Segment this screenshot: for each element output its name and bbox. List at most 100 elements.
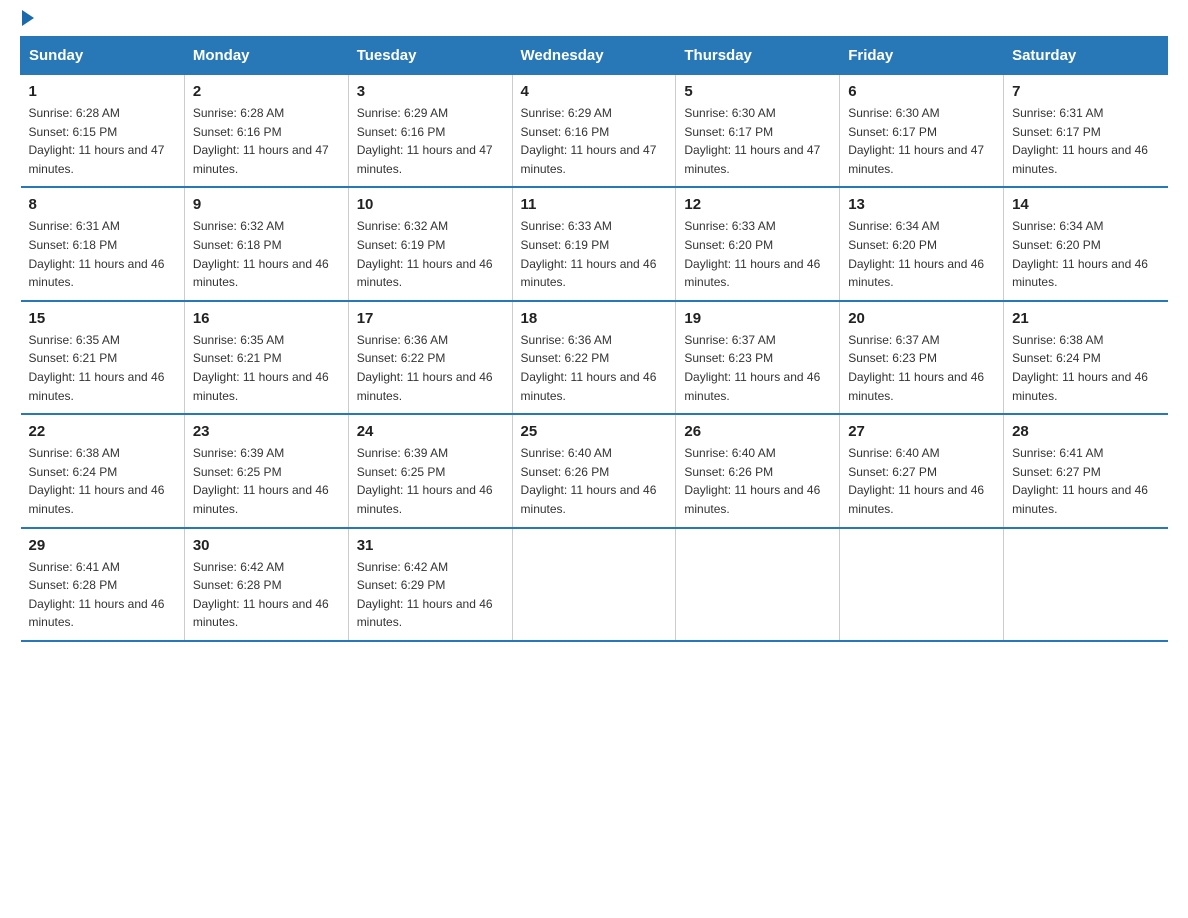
day-number: 21 (1012, 310, 1159, 327)
day-number: 28 (1012, 423, 1159, 440)
day-cell: 8 Sunrise: 6:31 AMSunset: 6:18 PMDayligh… (21, 187, 185, 300)
day-info: Sunrise: 6:33 AMSunset: 6:20 PMDaylight:… (684, 217, 831, 291)
day-number: 22 (29, 423, 176, 440)
day-info: Sunrise: 6:35 AMSunset: 6:21 PMDaylight:… (193, 331, 340, 405)
day-number: 29 (29, 537, 176, 554)
day-number: 3 (357, 83, 504, 100)
day-info: Sunrise: 6:40 AMSunset: 6:27 PMDaylight:… (848, 444, 995, 518)
day-number: 11 (521, 196, 668, 213)
day-number: 18 (521, 310, 668, 327)
day-number: 15 (29, 310, 176, 327)
day-info: Sunrise: 6:28 AMSunset: 6:15 PMDaylight:… (29, 104, 176, 178)
day-number: 17 (357, 310, 504, 327)
day-number: 14 (1012, 196, 1159, 213)
day-number: 8 (29, 196, 176, 213)
day-info: Sunrise: 6:39 AMSunset: 6:25 PMDaylight:… (193, 444, 340, 518)
day-cell: 24 Sunrise: 6:39 AMSunset: 6:25 PMDaylig… (348, 414, 512, 527)
day-cell: 6 Sunrise: 6:30 AMSunset: 6:17 PMDayligh… (840, 75, 1004, 188)
day-info: Sunrise: 6:30 AMSunset: 6:17 PMDaylight:… (848, 104, 995, 178)
day-cell: 4 Sunrise: 6:29 AMSunset: 6:16 PMDayligh… (512, 75, 676, 188)
day-number: 10 (357, 196, 504, 213)
day-info: Sunrise: 6:42 AMSunset: 6:29 PMDaylight:… (357, 558, 504, 632)
day-info: Sunrise: 6:37 AMSunset: 6:23 PMDaylight:… (684, 331, 831, 405)
day-cell: 16 Sunrise: 6:35 AMSunset: 6:21 PMDaylig… (184, 301, 348, 414)
day-info: Sunrise: 6:29 AMSunset: 6:16 PMDaylight:… (521, 104, 668, 178)
day-info: Sunrise: 6:38 AMSunset: 6:24 PMDaylight:… (29, 444, 176, 518)
day-info: Sunrise: 6:32 AMSunset: 6:19 PMDaylight:… (357, 217, 504, 291)
calendar-table: SundayMondayTuesdayWednesdayThursdayFrid… (20, 36, 1168, 642)
day-number: 4 (521, 83, 668, 100)
day-cell: 11 Sunrise: 6:33 AMSunset: 6:19 PMDaylig… (512, 187, 676, 300)
day-cell: 22 Sunrise: 6:38 AMSunset: 6:24 PMDaylig… (21, 414, 185, 527)
day-number: 23 (193, 423, 340, 440)
header-thursday: Thursday (676, 37, 840, 75)
week-row-2: 8 Sunrise: 6:31 AMSunset: 6:18 PMDayligh… (21, 187, 1168, 300)
day-cell: 28 Sunrise: 6:41 AMSunset: 6:27 PMDaylig… (1004, 414, 1168, 527)
logo (20, 20, 34, 26)
day-number: 2 (193, 83, 340, 100)
day-info: Sunrise: 6:34 AMSunset: 6:20 PMDaylight:… (1012, 217, 1159, 291)
day-cell: 21 Sunrise: 6:38 AMSunset: 6:24 PMDaylig… (1004, 301, 1168, 414)
logo-arrow-icon (22, 10, 34, 26)
day-info: Sunrise: 6:40 AMSunset: 6:26 PMDaylight:… (684, 444, 831, 518)
day-number: 24 (357, 423, 504, 440)
day-cell (676, 528, 840, 641)
day-number: 27 (848, 423, 995, 440)
day-cell: 12 Sunrise: 6:33 AMSunset: 6:20 PMDaylig… (676, 187, 840, 300)
header-monday: Monday (184, 37, 348, 75)
day-cell (1004, 528, 1168, 641)
day-cell: 15 Sunrise: 6:35 AMSunset: 6:21 PMDaylig… (21, 301, 185, 414)
day-number: 30 (193, 537, 340, 554)
header-friday: Friday (840, 37, 1004, 75)
day-info: Sunrise: 6:36 AMSunset: 6:22 PMDaylight:… (357, 331, 504, 405)
day-cell: 20 Sunrise: 6:37 AMSunset: 6:23 PMDaylig… (840, 301, 1004, 414)
day-cell: 10 Sunrise: 6:32 AMSunset: 6:19 PMDaylig… (348, 187, 512, 300)
header-wednesday: Wednesday (512, 37, 676, 75)
week-row-1: 1 Sunrise: 6:28 AMSunset: 6:15 PMDayligh… (21, 75, 1168, 188)
day-cell: 19 Sunrise: 6:37 AMSunset: 6:23 PMDaylig… (676, 301, 840, 414)
day-info: Sunrise: 6:30 AMSunset: 6:17 PMDaylight:… (684, 104, 831, 178)
day-number: 7 (1012, 83, 1159, 100)
week-row-4: 22 Sunrise: 6:38 AMSunset: 6:24 PMDaylig… (21, 414, 1168, 527)
day-info: Sunrise: 6:29 AMSunset: 6:16 PMDaylight:… (357, 104, 504, 178)
day-cell: 5 Sunrise: 6:30 AMSunset: 6:17 PMDayligh… (676, 75, 840, 188)
header-saturday: Saturday (1004, 37, 1168, 75)
day-number: 20 (848, 310, 995, 327)
day-info: Sunrise: 6:41 AMSunset: 6:28 PMDaylight:… (29, 558, 176, 632)
day-cell (512, 528, 676, 641)
week-row-5: 29 Sunrise: 6:41 AMSunset: 6:28 PMDaylig… (21, 528, 1168, 641)
day-info: Sunrise: 6:31 AMSunset: 6:18 PMDaylight:… (29, 217, 176, 291)
day-cell: 25 Sunrise: 6:40 AMSunset: 6:26 PMDaylig… (512, 414, 676, 527)
day-number: 9 (193, 196, 340, 213)
day-number: 16 (193, 310, 340, 327)
day-cell: 18 Sunrise: 6:36 AMSunset: 6:22 PMDaylig… (512, 301, 676, 414)
day-cell: 13 Sunrise: 6:34 AMSunset: 6:20 PMDaylig… (840, 187, 1004, 300)
day-info: Sunrise: 6:28 AMSunset: 6:16 PMDaylight:… (193, 104, 340, 178)
day-cell: 9 Sunrise: 6:32 AMSunset: 6:18 PMDayligh… (184, 187, 348, 300)
day-cell (840, 528, 1004, 641)
day-number: 25 (521, 423, 668, 440)
day-info: Sunrise: 6:37 AMSunset: 6:23 PMDaylight:… (848, 331, 995, 405)
day-cell: 29 Sunrise: 6:41 AMSunset: 6:28 PMDaylig… (21, 528, 185, 641)
day-cell: 17 Sunrise: 6:36 AMSunset: 6:22 PMDaylig… (348, 301, 512, 414)
day-cell: 3 Sunrise: 6:29 AMSunset: 6:16 PMDayligh… (348, 75, 512, 188)
day-info: Sunrise: 6:38 AMSunset: 6:24 PMDaylight:… (1012, 331, 1159, 405)
day-cell: 27 Sunrise: 6:40 AMSunset: 6:27 PMDaylig… (840, 414, 1004, 527)
day-cell: 1 Sunrise: 6:28 AMSunset: 6:15 PMDayligh… (21, 75, 185, 188)
day-info: Sunrise: 6:32 AMSunset: 6:18 PMDaylight:… (193, 217, 340, 291)
header-tuesday: Tuesday (348, 37, 512, 75)
day-info: Sunrise: 6:31 AMSunset: 6:17 PMDaylight:… (1012, 104, 1159, 178)
day-info: Sunrise: 6:33 AMSunset: 6:19 PMDaylight:… (521, 217, 668, 291)
day-info: Sunrise: 6:39 AMSunset: 6:25 PMDaylight:… (357, 444, 504, 518)
day-info: Sunrise: 6:40 AMSunset: 6:26 PMDaylight:… (521, 444, 668, 518)
day-info: Sunrise: 6:35 AMSunset: 6:21 PMDaylight:… (29, 331, 176, 405)
day-cell: 30 Sunrise: 6:42 AMSunset: 6:28 PMDaylig… (184, 528, 348, 641)
day-cell: 2 Sunrise: 6:28 AMSunset: 6:16 PMDayligh… (184, 75, 348, 188)
day-number: 19 (684, 310, 831, 327)
day-number: 5 (684, 83, 831, 100)
day-info: Sunrise: 6:41 AMSunset: 6:27 PMDaylight:… (1012, 444, 1159, 518)
header-sunday: Sunday (21, 37, 185, 75)
day-cell: 14 Sunrise: 6:34 AMSunset: 6:20 PMDaylig… (1004, 187, 1168, 300)
day-number: 31 (357, 537, 504, 554)
day-number: 12 (684, 196, 831, 213)
